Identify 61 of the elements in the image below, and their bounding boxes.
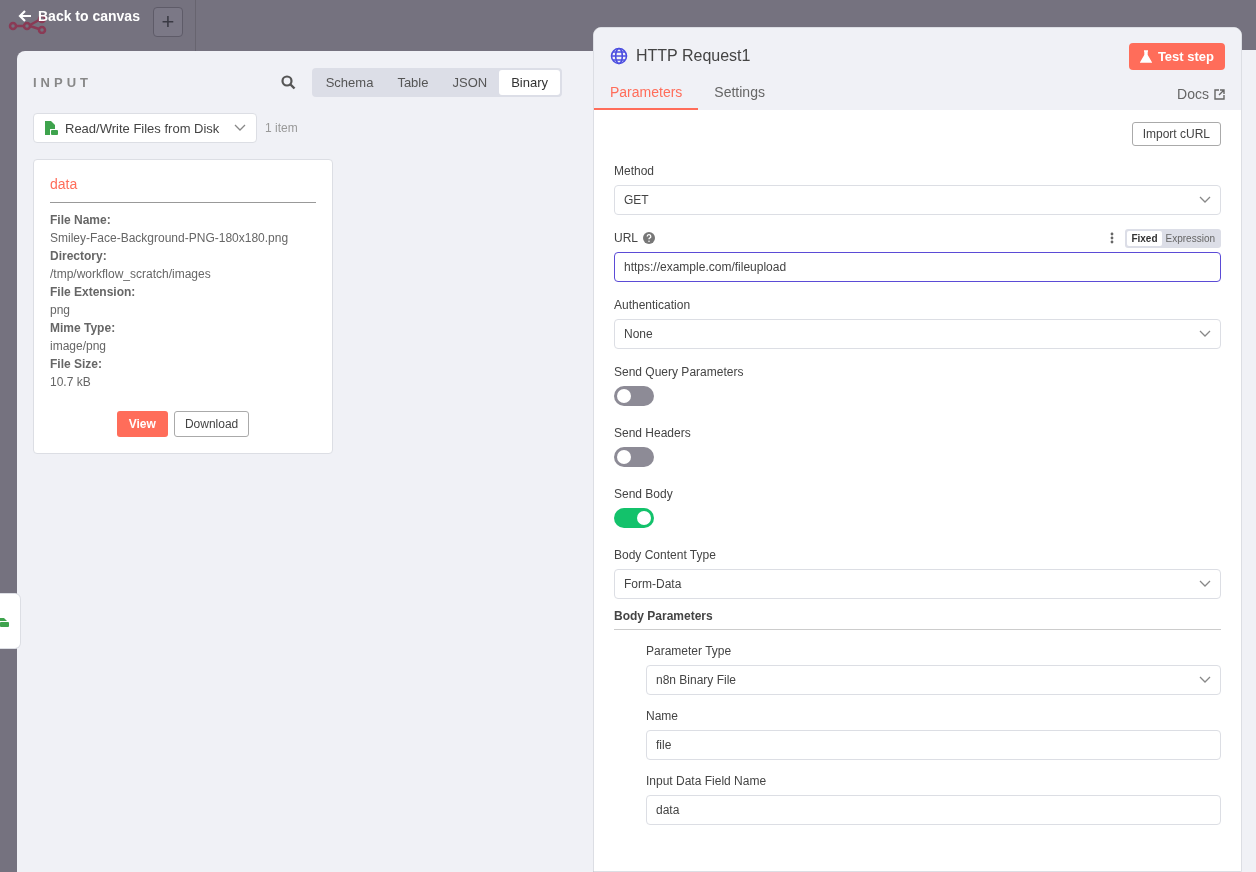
chevron-down-icon [1199,330,1211,338]
node-title: HTTP Request1 [636,47,752,65]
parameter-label: Input Data Field Name [646,774,767,788]
select-field[interactable]: n8n Binary File [646,665,1221,695]
toggle-switch[interactable] [614,447,654,467]
field-label: File Size: [50,356,103,373]
source-node-select[interactable]: Read/Write Files from Disk [33,113,257,143]
view-tab[interactable]: Table [385,70,441,95]
toggle-switch[interactable] [614,386,654,406]
input-field[interactable]: file [646,730,1221,760]
parameter-label: Authentication [614,298,691,312]
parameter-label: URL [614,231,638,245]
field-label: Directory: [50,248,108,265]
search-icon[interactable] [280,75,296,90]
field-label: Mime Type: [50,320,117,337]
select-field[interactable]: None [614,319,1221,349]
more-options-icon[interactable] [1110,232,1115,244]
help-icon[interactable] [643,232,655,244]
panel-title: INPUT [33,75,93,90]
docs-link[interactable]: Docs [1177,86,1225,110]
input-field[interactable]: data [646,795,1221,825]
toggle-switch[interactable] [614,508,654,528]
view-tab[interactable]: Schema [313,70,386,95]
side-node-tab[interactable] [0,593,21,649]
binary-title: data [50,176,79,192]
field-value: png [50,302,72,319]
arrow-left-icon [18,9,32,23]
parameter-label: Method [614,164,655,178]
select-field[interactable]: Form-Data [614,569,1221,599]
import-curl-button[interactable]: Import cURL [1131,122,1221,146]
parameter-label: Send Body [614,487,673,501]
globe-icon [610,47,628,65]
section-heading: Body Parameters [614,609,714,623]
field-label: File Extension: [50,284,137,301]
field-value: 10.7 kB [50,374,92,391]
back-to-canvas-link[interactable]: Back to canvas [18,8,140,24]
field-label: File Name: [50,212,112,229]
parameter-label: Send Headers [614,426,691,440]
parameter-label: Parameter Type [646,644,732,658]
parameter-label: Body Content Type [614,548,716,562]
field-value: Smiley-Face-Background-PNG-180x180.png [50,230,290,247]
chevron-down-icon [1199,196,1211,204]
field-value: /tmp/workflow_scratch/images [50,266,212,283]
panel-tab[interactable]: Settings [698,84,781,110]
external-link-icon [1214,88,1225,100]
view-tab[interactable]: JSON [440,70,500,95]
flask-icon [1139,49,1152,63]
chevron-down-icon [234,124,246,132]
chevron-down-icon [1199,676,1211,684]
item-count: 1 item [265,121,298,135]
input-field[interactable]: https://example.com/fileupload [614,252,1221,282]
download-button[interactable]: Download [173,411,250,437]
file-icon [44,120,58,136]
view-tab[interactable]: Binary [499,70,560,95]
parameter-label: Send Query Parameters [614,365,744,379]
mode-tab[interactable]: Fixed [1127,230,1162,246]
parameter-label: Name [646,709,678,723]
field-value: image/png [50,338,108,355]
select-field[interactable]: GET [614,185,1221,215]
chevron-down-icon [1199,580,1211,588]
mode-tab[interactable]: Expression [1161,230,1219,246]
